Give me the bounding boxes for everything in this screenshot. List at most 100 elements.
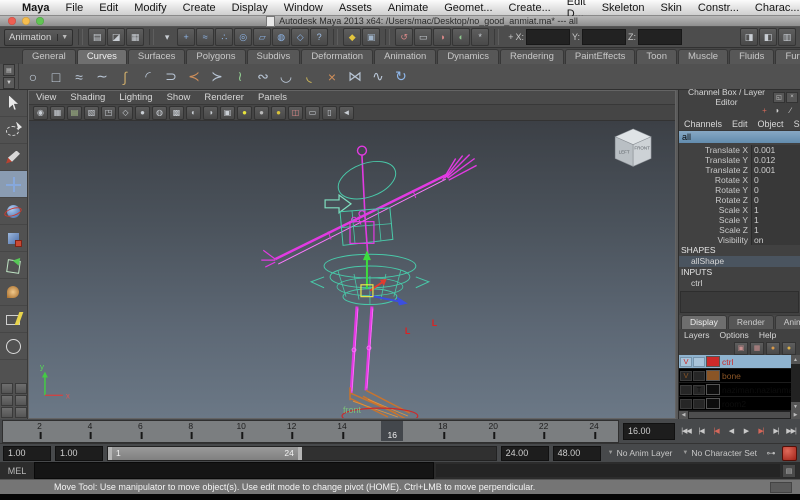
input-node-item[interactable]: ctrl — [679, 278, 800, 289]
auto-keyframe-toggle[interactable] — [782, 445, 797, 461]
current-time-field[interactable]: 16.00 — [623, 422, 675, 440]
viewport-menu-item[interactable]: Show — [160, 92, 198, 103]
shelf-tab[interactable]: Subdivs — [246, 49, 301, 64]
close-panel-icon[interactable]: × — [786, 91, 798, 103]
shelf-tab[interactable]: Rendering — [500, 49, 564, 64]
go-to-start-button[interactable]: |◀◀ — [679, 424, 693, 439]
dock-panel-icon[interactable]: ◱ — [773, 91, 785, 103]
x-coordinate-input[interactable] — [525, 29, 570, 45]
snap-to-points-icon[interactable]: ∴ — [215, 28, 234, 46]
menubar-item[interactable]: Window — [284, 2, 323, 14]
viewport-menu-item[interactable]: View — [29, 92, 63, 103]
smooth-shade-icon[interactable]: ● — [135, 105, 150, 120]
rebuild-curve-icon[interactable]: ↻ — [390, 66, 412, 88]
toolbar-section-handle[interactable] — [385, 29, 391, 45]
step-back-key-button[interactable]: |◀ — [709, 424, 723, 439]
window-titlebar[interactable]: Autodesk Maya 2013 x64: /Users/mac/Deskt… — [0, 15, 800, 27]
tool-settings-toggle-icon[interactable]: ◧ — [759, 28, 777, 46]
single-pane-layout[interactable] — [1, 383, 13, 394]
open-scene-icon[interactable]: ◪ — [107, 28, 126, 46]
persp-graph-layout[interactable] — [15, 395, 27, 406]
ctrl[interactable]: V ctrl — [679, 355, 800, 369]
menu-set-dropdown[interactable]: Animation ▼ — [4, 28, 74, 46]
menubar-item[interactable]: Skeleton — [602, 2, 645, 14]
shelf-tab[interactable]: Deformation — [301, 49, 374, 64]
layer-display-type-toggle[interactable] — [693, 398, 705, 409]
layer-visibility-toggle[interactable]: V — [680, 370, 692, 381]
layer-color-swatch[interactable] — [706, 398, 720, 409]
cut-curve-icon[interactable]: × — [321, 66, 343, 88]
layer-h-scrollbar[interactable]: ◀ ▶ — [679, 411, 800, 419]
shelf-tab[interactable]: Animation — [374, 49, 437, 64]
two-d-pan-zoom-icon[interactable]: ◳ — [101, 105, 116, 120]
selection-mask-dropdown[interactable]: ▾ — [159, 29, 175, 45]
channel-value[interactable]: 1 — [751, 205, 800, 215]
menubar-item[interactable]: Constr... — [698, 2, 739, 14]
layer-color-swatch[interactable] — [706, 356, 720, 367]
wireframe-icon[interactable]: ◇ — [118, 105, 133, 120]
viewport-menu-item[interactable]: Shading — [63, 92, 112, 103]
menubar-item[interactable]: Skin — [661, 2, 682, 14]
x-ray-icon[interactable]: ◫ — [288, 105, 303, 120]
layer-display-type-toggle[interactable] — [693, 370, 705, 381]
use-all-lights-icon[interactable]: ◐ — [186, 105, 201, 120]
select-tool[interactable] — [0, 90, 27, 117]
channel-box-menu-item[interactable]: Edit — [727, 119, 753, 129]
layer-editor-menu-item[interactable]: Layers — [679, 330, 715, 340]
viewport-menu-item[interactable]: Lighting — [112, 92, 159, 103]
four-pane-layout[interactable] — [15, 383, 27, 394]
z-coordinate-input[interactable] — [637, 29, 682, 45]
timeline-tick[interactable]: 10 — [236, 421, 246, 439]
scroll-up-icon[interactable]: ▲ — [791, 355, 800, 364]
ep-curve-tool-icon[interactable]: ≈ — [68, 66, 90, 88]
timeline-tick[interactable]: 24 — [589, 421, 599, 439]
layer-editor-menu-item[interactable]: Options — [715, 330, 754, 340]
go-to-end-button[interactable]: ▶▶| — [784, 424, 798, 439]
timeline-tick[interactable]: 20 — [489, 421, 498, 439]
view-cube[interactable]: LEFT FRONT — [614, 128, 652, 167]
camera-attributes-icon[interactable]: ▦ — [50, 105, 65, 120]
channel-value[interactable]: 1 — [751, 215, 800, 225]
construction-history-icon[interactable]: ↺ — [395, 28, 414, 46]
Translate Z[interactable]: Translate Z 0.001 — [679, 165, 800, 175]
open-render-view-icon[interactable]: ▭ — [414, 28, 433, 46]
channel-value[interactable]: 1 — [751, 225, 800, 235]
menubar-item[interactable]: Create — [183, 2, 216, 14]
image-plane-icon[interactable]: ▧ — [84, 105, 99, 120]
shape-node-item[interactable]: allShape — [679, 256, 800, 267]
playback-end-field[interactable]: 24.00 — [500, 445, 549, 461]
menubar-item[interactable]: Create... — [509, 2, 551, 14]
viewport-menu-item[interactable]: Renderer — [197, 92, 251, 103]
selected-lights-icon[interactable]: ● — [271, 105, 286, 120]
snap-to-projected-center-icon[interactable]: ◎ — [234, 28, 253, 46]
timeline-tick[interactable]: 8 — [188, 421, 193, 439]
shelf-tab[interactable]: Fur — [775, 49, 800, 64]
set-key-icon[interactable]: ⊶ — [764, 447, 778, 459]
layer-editor-tab[interactable]: Anim — [774, 315, 800, 329]
playback-start-field[interactable]: 1.00 — [55, 445, 103, 461]
universal-manipulator-tool[interactable] — [0, 252, 27, 279]
channel-value[interactable]: 0 — [751, 195, 800, 205]
toolbar-section-handle[interactable] — [149, 29, 155, 45]
range-slider-track[interactable]: 1 24 — [107, 445, 497, 461]
no-lights-icon[interactable]: ● — [254, 105, 269, 120]
detach-curves-icon[interactable]: ≺ — [183, 66, 205, 88]
insert-knot-icon[interactable]: ≻ — [206, 66, 228, 88]
menubar-item[interactable]: Animate — [388, 2, 428, 14]
animation-end-field[interactable]: 48.00 — [552, 445, 601, 461]
persp-script-layout[interactable] — [15, 407, 27, 418]
bezier-curve-tool-icon[interactable]: ∼ — [91, 66, 113, 88]
layer-display-type-toggle[interactable] — [693, 356, 705, 367]
menubar-item[interactable]: Charac... — [755, 2, 800, 14]
layer-editor-tab[interactable]: Display — [681, 315, 727, 329]
character-set-dropdown[interactable]: ▼ No Character Set — [679, 446, 760, 460]
timeline-tick[interactable]: 4 — [88, 421, 92, 439]
ipr-render-icon[interactable]: ◐ — [452, 28, 471, 46]
scroll-left-icon[interactable]: ◀ — [679, 411, 688, 419]
scroll-right-icon[interactable]: ▶ — [791, 411, 800, 419]
absolute-transform-icon[interactable]: + — [508, 32, 513, 42]
minimize-window-button[interactable] — [22, 17, 30, 25]
isolate-select-icon[interactable]: ▣ — [220, 105, 235, 120]
nurbs-circle-icon[interactable]: ○ — [22, 66, 44, 88]
create-empty-anim-layer-icon[interactable]: ● — [766, 341, 780, 355]
